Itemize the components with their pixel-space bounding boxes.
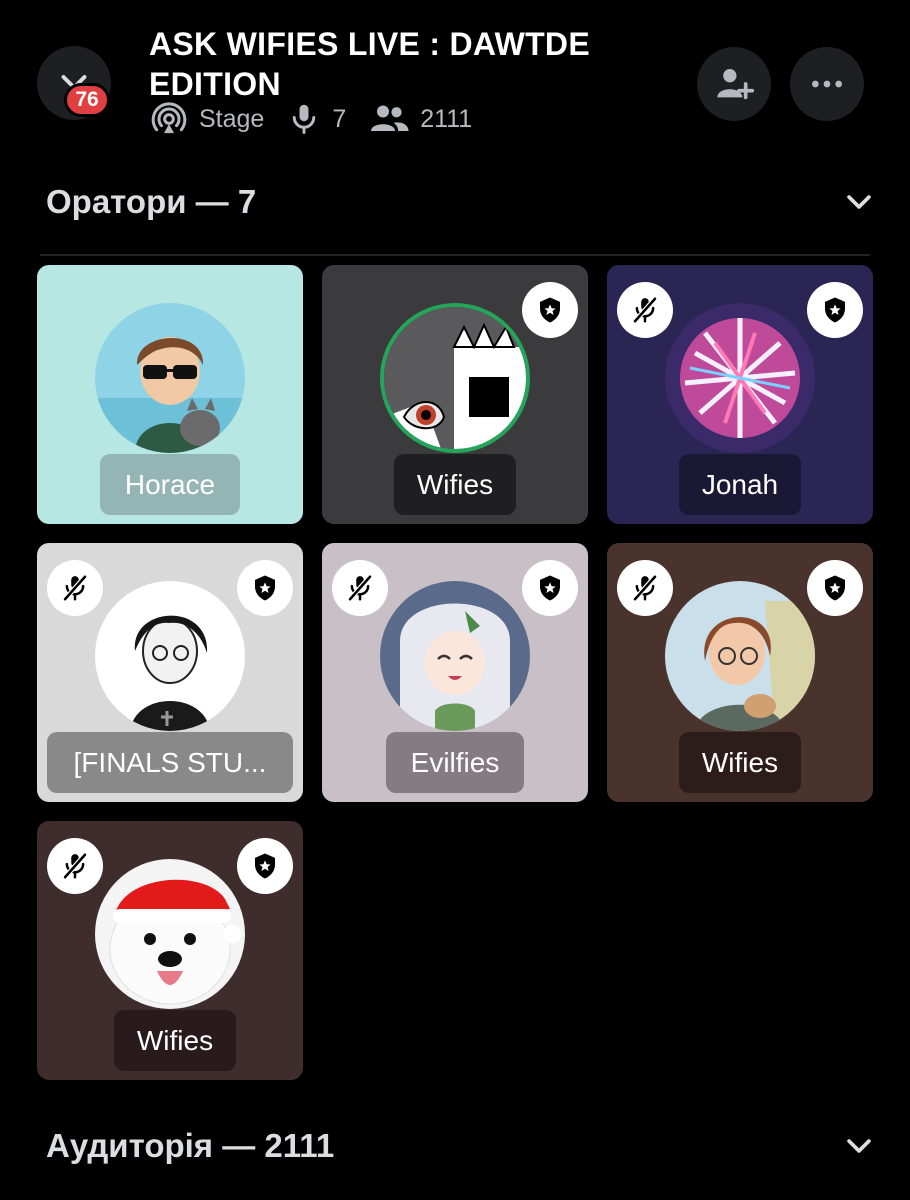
more-icon — [812, 80, 842, 88]
section-divider — [40, 254, 870, 256]
stage-type: Stage — [149, 99, 264, 139]
listener-count-value: 2111 — [420, 104, 473, 133]
listener-count: 2111 — [368, 101, 472, 137]
audience-section-title: Аудиторія — 2111 — [46, 1127, 335, 1164]
shield-star-icon — [540, 297, 560, 323]
microphone-icon — [293, 104, 316, 134]
speaker-name: Wifies — [136, 1024, 214, 1056]
mic-muted-icon — [62, 852, 88, 880]
speaker-count-value: 7 — [332, 104, 347, 133]
stage-title: ASK WIFIES LIVE : DAWTDE EDITION — [149, 26, 590, 96]
stage-icon — [151, 102, 187, 134]
stage-title-container: ASK WIFIES LIVE : DAWTDE EDITION — [149, 24, 669, 96]
stage-type-label: Stage — [199, 104, 265, 133]
avatar — [95, 859, 245, 1009]
speaker-tile[interactable]: Evilfies — [322, 543, 588, 802]
avatar — [95, 303, 245, 453]
avatar — [665, 581, 815, 731]
speaker-tile[interactable]: Horace — [37, 265, 303, 524]
add-user-icon — [717, 69, 754, 100]
avatar — [665, 303, 815, 453]
speaker-tile[interactable]: [FINALS STU... — [37, 543, 303, 802]
muted-badge — [617, 560, 673, 616]
mic-muted-icon — [62, 574, 88, 602]
shield-star-icon — [255, 853, 275, 879]
shield-star-icon — [255, 575, 275, 601]
speaker-tile[interactable]: Wifies — [607, 543, 873, 802]
speaker-name: [FINALS STU... — [73, 746, 267, 778]
speakers-section-title: Оратори — 7 — [46, 183, 257, 220]
mic-muted-icon — [632, 574, 658, 602]
moderator-badge — [237, 560, 293, 616]
speaker-tile[interactable]: Wifies — [37, 821, 303, 1080]
chevron-down-icon[interactable] — [842, 185, 876, 219]
stage-header: 76 ASK WIFIES LIVE : DAWTDE EDITION Stag… — [0, 0, 910, 150]
moderator-badge — [522, 282, 578, 338]
shield-star-icon — [540, 575, 560, 601]
moderator-badge — [807, 560, 863, 616]
speakers-section-header[interactable]: Оратори — 7 — [46, 177, 876, 227]
speaker-tile[interactable]: Jonah — [607, 265, 873, 524]
moderator-badge — [237, 838, 293, 894]
speaker-name: Jonah — [701, 468, 779, 500]
speaker-name-pill: Horace — [100, 454, 240, 515]
people-icon — [371, 105, 409, 131]
speaker-tile[interactable]: Wifies — [322, 265, 588, 524]
shield-star-icon — [825, 297, 845, 323]
audience-section-header[interactable]: Аудиторія — 2111 — [46, 1121, 876, 1171]
speaker-name-pill: Wifies — [679, 732, 801, 793]
speaker-name-pill: [FINALS STU... — [47, 732, 293, 793]
more-options-button[interactable] — [790, 47, 864, 121]
moderator-badge — [807, 282, 863, 338]
speaker-name-pill: Evilfies — [386, 732, 524, 793]
stage-meta: Stage 7 2111 — [149, 97, 494, 141]
speaker-name: Wifies — [416, 468, 494, 500]
speaker-name: Horace — [124, 468, 216, 500]
avatar — [95, 581, 245, 731]
muted-badge — [332, 560, 388, 616]
avatar — [380, 581, 530, 731]
speaker-name-pill: Wifies — [114, 1010, 236, 1071]
invite-button[interactable] — [697, 47, 771, 121]
avatar — [380, 303, 530, 453]
muted-badge — [47, 560, 103, 616]
muted-badge — [617, 282, 673, 338]
moderator-badge — [522, 560, 578, 616]
mic-muted-icon — [347, 574, 373, 602]
muted-badge — [47, 838, 103, 894]
shield-star-icon — [825, 575, 845, 601]
chevron-down-icon[interactable] — [842, 1129, 876, 1163]
notification-badge: 76 — [64, 83, 110, 117]
speaker-name: Evilfies — [410, 746, 500, 778]
speaker-count: 7 — [286, 101, 346, 137]
speaker-name-pill: Jonah — [679, 454, 801, 515]
mic-muted-icon — [632, 296, 658, 324]
speaker-name-pill: Wifies — [394, 454, 516, 515]
speaker-name: Wifies — [701, 746, 779, 778]
